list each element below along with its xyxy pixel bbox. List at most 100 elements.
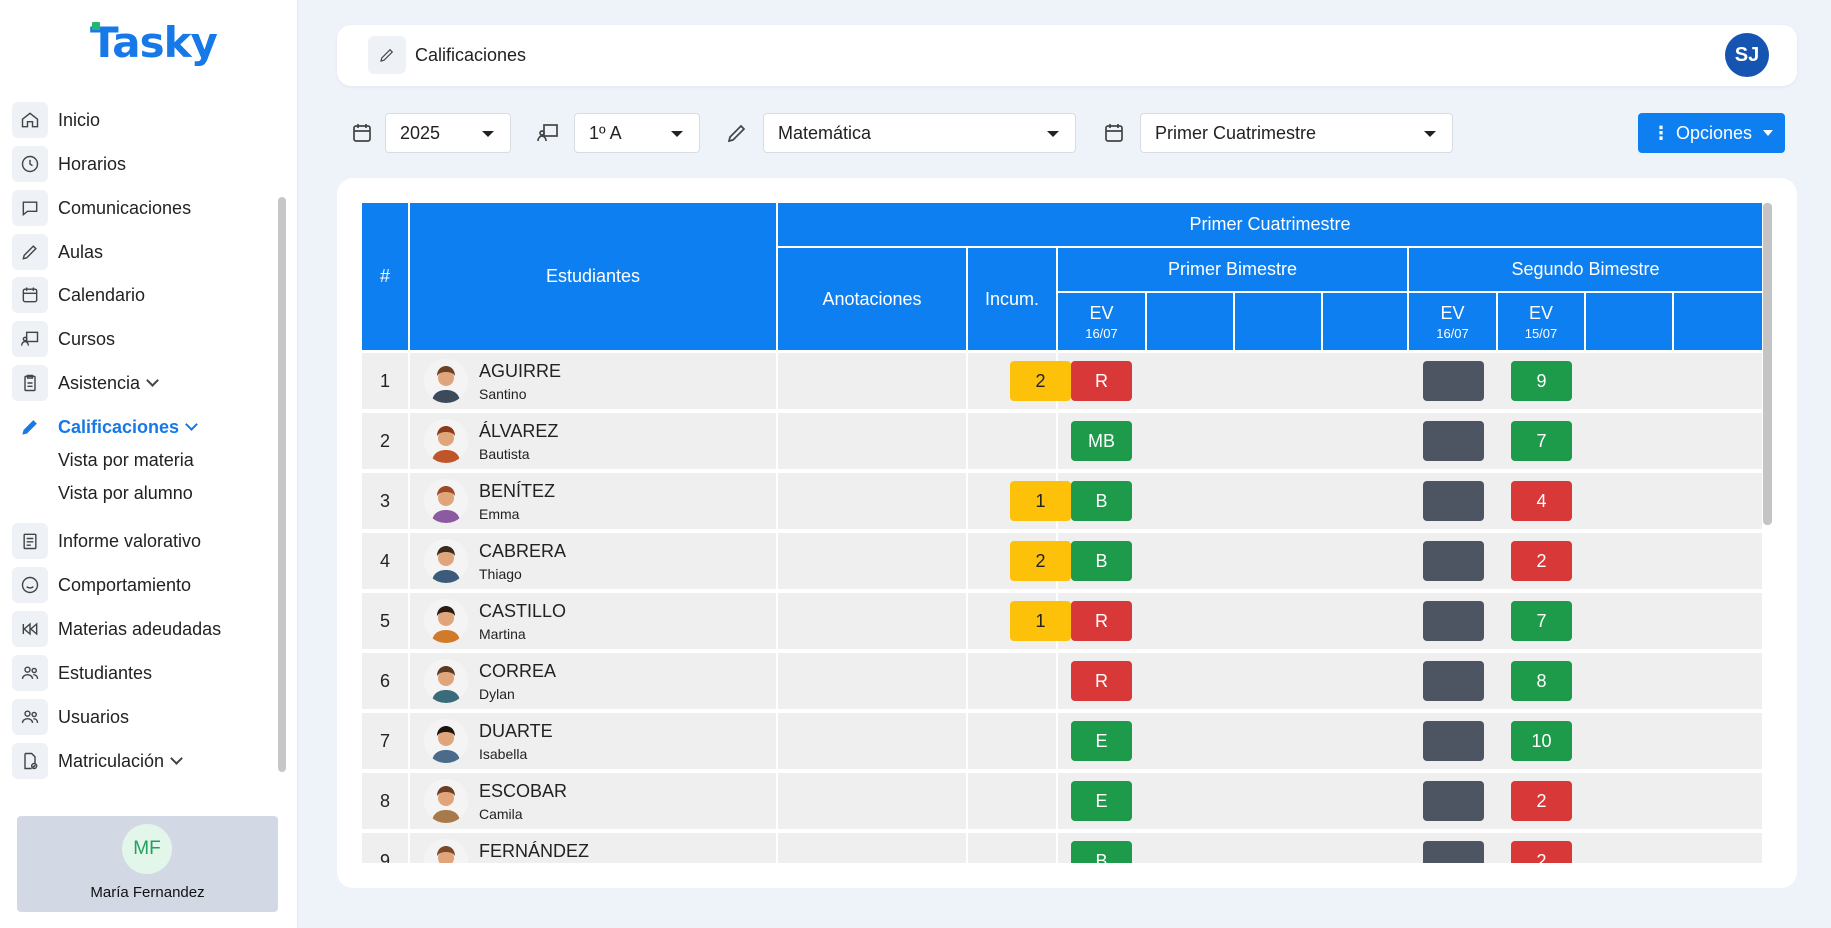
chevron-down-icon (170, 751, 183, 765)
student-last-name[interactable]: CABRERA (479, 541, 566, 562)
sidebar-item-label: Comportamiento (58, 574, 192, 595)
sidebar-item-label: Calendario (58, 284, 146, 305)
grade-badge-ev1[interactable]: MB (1071, 421, 1132, 461)
student-last-name[interactable]: CORREA (479, 661, 556, 682)
grades-card: # Estudiantes Primer Cuatrimestre Anotac… (337, 178, 1797, 888)
grade-badge-ev3[interactable]: 8 (1511, 661, 1572, 701)
sidebar-item-cursos[interactable]: Cursos (12, 321, 115, 357)
profile-avatar[interactable]: SJ (1725, 33, 1769, 77)
grade-badge-ev1[interactable]: R (1071, 661, 1132, 701)
grade-badge-ev3[interactable]: 9 (1511, 361, 1572, 401)
grade-badge-ev3[interactable]: 2 (1511, 541, 1572, 581)
grade-badge-ev1[interactable]: R (1071, 601, 1132, 641)
grade-badge-ev1[interactable]: B (1071, 481, 1132, 521)
table-row: 3 BENÍTEZ Emma 1 B 4 (362, 473, 1762, 529)
grade-badge-ev3[interactable]: 7 (1511, 601, 1572, 641)
subject-select-value: Matemática (778, 122, 872, 143)
student-last-name[interactable]: ÁLVAREZ (479, 421, 558, 442)
grade-badge-ev3[interactable]: 7 (1511, 421, 1572, 461)
grade-badge-ev3[interactable]: 4 (1511, 481, 1572, 521)
grade-badge-ev2[interactable] (1423, 421, 1484, 461)
student-last-name[interactable]: AGUIRRE (479, 361, 561, 382)
sidebar-item-label: Aulas (58, 241, 104, 262)
grade-badge-ev2[interactable] (1423, 721, 1484, 761)
period-select-value: Primer Cuatrimestre (1155, 122, 1317, 143)
row-cell-bg (778, 713, 966, 769)
grade-badge-ev3[interactable]: 10 (1511, 721, 1572, 761)
sidebar-item-matriculacion[interactable]: Matriculación (12, 743, 183, 779)
col-header-ev3-label: EV (1528, 302, 1553, 323)
row-number: 1 (379, 370, 390, 391)
col-header-ev3[interactable]: EV 15/07 (1498, 293, 1584, 350)
options-button-label: Opciones (1676, 122, 1753, 143)
incum-badge[interactable]: 2 (1010, 361, 1071, 401)
course-select[interactable]: 1º A (574, 113, 700, 153)
users-icon (12, 699, 48, 735)
table-row: 2 ÁLVAREZ Bautista MB 7 (362, 413, 1762, 469)
grade-badge-ev1[interactable]: R (1071, 361, 1132, 401)
grade-badge-ev2[interactable] (1423, 781, 1484, 821)
sidebar-scrollbar[interactable] (278, 197, 286, 772)
student-first-name: Isabella (479, 746, 528, 762)
sidebar-item-horarios[interactable]: Horarios (12, 146, 126, 182)
sidebar-item-comportamiento[interactable]: Comportamiento (12, 567, 191, 603)
grade-badge-ev2[interactable] (1423, 541, 1484, 581)
grade-badge-ev1[interactable]: E (1071, 781, 1132, 821)
sidebar-item-comunicaciones[interactable]: Comunicaciones (12, 190, 191, 226)
sidebar-item-materias-adeudadas[interactable]: Materias adeudadas (12, 611, 221, 647)
col-header-empty (1235, 293, 1321, 350)
student-last-name[interactable]: BENÍTEZ (479, 481, 555, 502)
incum-badge[interactable]: 2 (1010, 541, 1071, 581)
student-first-name: Camila (479, 806, 523, 822)
sidebar-item-usuarios[interactable]: Usuarios (12, 699, 129, 735)
grades-table: # Estudiantes Primer Cuatrimestre Anotac… (362, 203, 1762, 863)
brand-logo[interactable]: Tasky (90, 18, 218, 67)
brand-logo-rest: asky (112, 18, 218, 67)
teacher-board-icon (12, 321, 48, 357)
period-select[interactable]: Primer Cuatrimestre (1140, 113, 1453, 153)
col-header-ev2[interactable]: EV 16/07 (1409, 293, 1496, 350)
grade-badge-ev3[interactable]: 2 (1511, 781, 1572, 821)
pencil-icon (12, 234, 48, 270)
row-cell-bg (1058, 473, 1762, 529)
sidebar-subitem-vista-alumno[interactable]: Vista por alumno (58, 483, 193, 504)
student-last-name[interactable]: CASTILLO (479, 601, 566, 622)
student-avatar (424, 719, 468, 763)
calendar-icon (350, 121, 374, 145)
incum-badge[interactable]: 1 (1010, 601, 1071, 641)
pencil-icon (725, 121, 749, 145)
grade-badge-ev2[interactable] (1423, 661, 1484, 701)
row-number: 7 (379, 730, 390, 751)
grade-badge-ev3[interactable]: 2 (1511, 841, 1572, 863)
grade-badge-ev2[interactable] (1423, 841, 1484, 863)
sidebar-item-aulas[interactable]: Aulas (12, 234, 103, 270)
grade-badge-ev1[interactable]: B (1071, 541, 1132, 581)
calendar-icon (12, 277, 48, 313)
student-last-name[interactable]: DUARTE (479, 721, 553, 742)
subject-select[interactable]: Matemática (763, 113, 1076, 153)
grade-badge-ev2[interactable] (1423, 481, 1484, 521)
caret-down-icon (482, 131, 494, 137)
student-last-name[interactable]: FERNÁNDEZ (479, 841, 589, 862)
sidebar-item-estudiantes[interactable]: Estudiantes (12, 655, 152, 691)
sidebar-item-asistencia[interactable]: Asistencia (12, 365, 159, 401)
student-last-name[interactable]: ESCOBAR (479, 781, 567, 802)
user-card[interactable]: MF María Fernandez (17, 816, 278, 912)
grade-badge-ev2[interactable] (1423, 361, 1484, 401)
sidebar-item-calificaciones[interactable]: Calificaciones (12, 409, 198, 445)
grade-badge-ev1[interactable]: E (1071, 721, 1132, 761)
sidebar-item-inicio[interactable]: Inicio (12, 102, 100, 138)
student-avatar (424, 419, 468, 463)
grade-badge-ev1[interactable]: B (1071, 841, 1132, 863)
options-button[interactable]: ⋮ Opciones (1638, 113, 1785, 153)
incum-badge[interactable]: 1 (1010, 481, 1071, 521)
caret-down-icon (1424, 131, 1436, 137)
table-scrollbar[interactable] (1763, 203, 1772, 525)
grade-badge-ev2[interactable] (1423, 601, 1484, 641)
year-select[interactable]: 2025 (385, 113, 511, 153)
student-avatar (424, 539, 468, 583)
sidebar-subitem-vista-materia[interactable]: Vista por materia (58, 450, 194, 471)
col-header-ev1[interactable]: EV 16/07 (1058, 293, 1145, 350)
sidebar-item-calendario[interactable]: Calendario (12, 277, 145, 313)
sidebar-item-informe[interactable]: Informe valorativo (12, 523, 201, 559)
